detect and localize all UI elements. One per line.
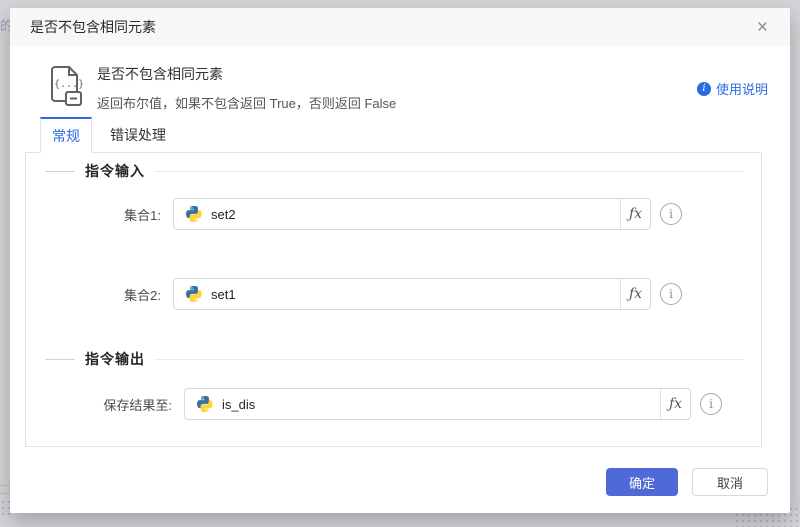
field-label: 集合2: — [26, 285, 161, 304]
usage-help-label: 使用说明 — [716, 79, 768, 98]
dialog-title-bar: 是否不包含相同元素 × — [10, 8, 790, 46]
dialog-header: {...} 是否不包含相同元素 返回布尔值，如果不包含返回 True，否则返回 … — [45, 62, 768, 112]
set1-input[interactable]: set2 ƒx — [173, 198, 651, 230]
dialog-tabs: 常规 错误处理 — [40, 117, 184, 153]
close-icon[interactable]: × — [755, 18, 770, 37]
fx-expression-button[interactable]: ƒx — [660, 389, 690, 419]
save-result-value: is_dis — [222, 397, 660, 412]
field-label: 集合1: — [26, 205, 161, 224]
save-result-input[interactable]: is_dis ƒx — [184, 388, 691, 420]
set2-input[interactable]: set1 ƒx — [173, 278, 651, 310]
divider-line — [45, 171, 75, 172]
dialog-title: 是否不包含相同元素 — [30, 17, 156, 37]
python-icon — [197, 396, 213, 412]
field-info-icon[interactable]: i — [660, 203, 682, 225]
field-info-icon[interactable]: i — [660, 283, 682, 305]
code-file-icon: {...} — [45, 64, 85, 108]
field-row-result: 保存结果至: is_dis ƒx i — [26, 388, 761, 420]
tab-error-handling[interactable]: 错误处理 — [92, 117, 184, 152]
cancel-button[interactable]: 取消 — [692, 468, 768, 496]
section-input-title: 指令输入 — [85, 161, 145, 181]
divider-line — [155, 171, 744, 172]
fx-expression-button[interactable]: ƒx — [620, 199, 650, 229]
svg-text:{...}: {...} — [54, 79, 84, 90]
section-input: 指令输入 — [26, 157, 761, 185]
instruction-dialog: 是否不包含相同元素 × {...} 是否不包含相同元素 返回布尔值，如果不包含返… — [10, 8, 790, 513]
confirm-button[interactable]: 确定 — [606, 468, 678, 496]
field-info-icon[interactable]: i — [700, 393, 722, 415]
section-output: 指令输出 — [26, 345, 761, 373]
field-label: 保存结果至: — [26, 395, 172, 414]
usage-help-link[interactable]: i 使用说明 — [697, 79, 768, 98]
divider-line — [45, 359, 75, 360]
section-output-title: 指令输出 — [85, 349, 145, 369]
set2-value: set1 — [211, 287, 620, 302]
tab-general[interactable]: 常规 — [40, 117, 92, 153]
python-icon — [186, 286, 202, 302]
background-occluded-text: 的 — [0, 15, 10, 34]
app-background: { "window": { "background_artifact_text"… — [0, 0, 800, 527]
dialog-footer: 确定 取消 — [606, 468, 768, 496]
divider-line — [155, 359, 744, 360]
fx-expression-button[interactable]: ƒx — [620, 279, 650, 309]
python-icon — [186, 206, 202, 222]
tab-panel-general: 指令输入 集合1: set2 ƒx i 集合2: set — [25, 152, 762, 447]
header-texts: 是否不包含相同元素 返回布尔值，如果不包含返回 True，否则返回 False — [97, 62, 396, 112]
instruction-name: 是否不包含相同元素 — [97, 64, 396, 84]
info-filled-icon: i — [697, 82, 711, 96]
set1-value: set2 — [211, 207, 620, 222]
instruction-description: 返回布尔值，如果不包含返回 True，否则返回 False — [97, 93, 396, 112]
field-row-set2: 集合2: set1 ƒx i — [26, 278, 761, 310]
field-row-set1: 集合1: set2 ƒx i — [26, 198, 761, 230]
